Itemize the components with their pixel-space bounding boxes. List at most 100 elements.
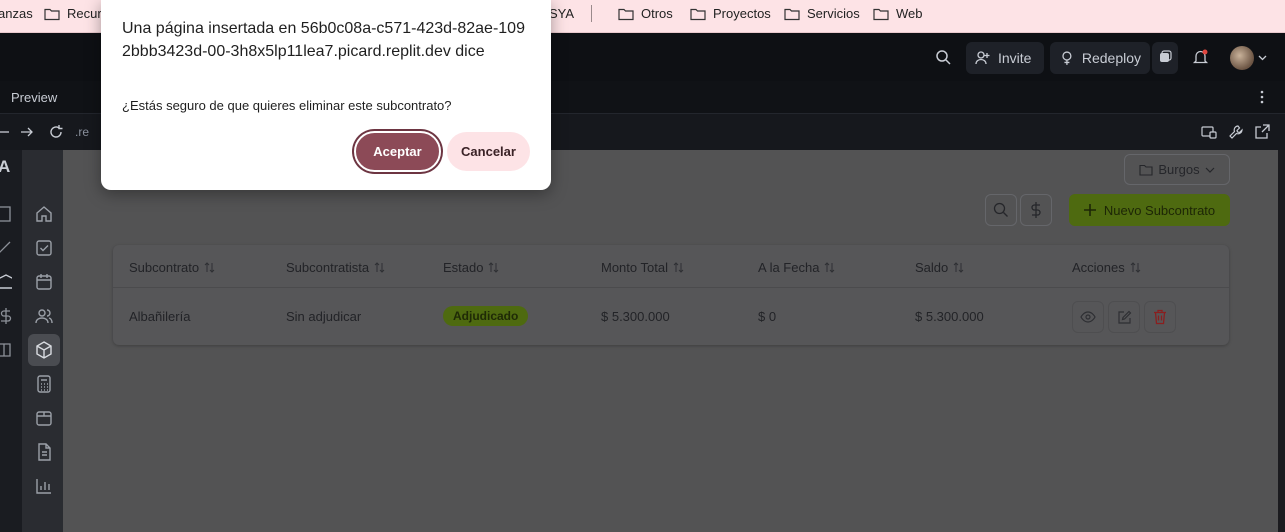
redeploy-button[interactable]: Redeploy — [1050, 42, 1150, 74]
plus-icon — [1083, 204, 1096, 216]
cell-subcontratista: Sin adjudicar — [286, 309, 362, 324]
cell-a-la-fecha: $ 0 — [758, 309, 777, 324]
column-header[interactable]: Subcontratista — [286, 260, 385, 275]
document-icon[interactable] — [35, 443, 53, 461]
open-external-icon[interactable] — [1254, 124, 1270, 140]
column-label: A la Fecha — [758, 260, 820, 275]
calculator-icon[interactable] — [35, 375, 53, 393]
column-header[interactable]: Subcontrato — [129, 260, 215, 275]
column-label: Saldo — [915, 260, 949, 275]
back-icon[interactable] — [0, 126, 10, 138]
bookmark-label: anzas — [0, 6, 33, 21]
checkbox-icon[interactable] — [35, 239, 53, 257]
column-header[interactable]: Estado — [443, 260, 499, 275]
calendar-icon[interactable] — [35, 273, 53, 291]
table-header: Subcontrato Subcontratista Estado Monto … — [113, 245, 1229, 288]
sort-icon — [204, 262, 215, 273]
bookmark-folder[interactable]: Web — [873, 0, 923, 27]
sort-icon — [825, 262, 835, 273]
subcontracts-table: Subcontrato Subcontratista Estado Monto … — [113, 245, 1229, 345]
folder-icon — [1139, 164, 1153, 176]
building-icon[interactable] — [0, 206, 12, 222]
search-icon[interactable] — [935, 49, 952, 66]
bookmark-folder[interactable]: Proyectos — [690, 0, 771, 27]
column-label: Acciones — [1072, 260, 1125, 275]
new-subcontract-button[interactable]: Nuevo Subcontrato — [1069, 194, 1230, 226]
view-button[interactable] — [1072, 301, 1104, 333]
bookmark-label: SYA — [549, 6, 575, 21]
box-icon[interactable] — [35, 341, 53, 359]
tab-preview[interactable]: Preview — [11, 90, 57, 105]
status-badge: Adjudicado — [443, 306, 529, 326]
new-subcontract-label: Nuevo Subcontrato — [1103, 202, 1216, 218]
avatar[interactable] — [1230, 46, 1254, 70]
delete-button[interactable] — [1144, 301, 1176, 333]
cancel-button[interactable]: Cancelar — [447, 132, 530, 171]
folder-icon — [690, 8, 706, 20]
bank-icon[interactable] — [0, 274, 12, 290]
package-icon[interactable] — [35, 409, 53, 427]
dialog-message: ¿Estás seguro de que quieres eliminar es… — [122, 98, 452, 113]
book-icon[interactable] — [0, 342, 12, 358]
bookmark-label: Proyectos — [713, 6, 771, 21]
deploy-icon — [1062, 51, 1072, 65]
column-header[interactable]: Acciones — [1072, 260, 1141, 275]
currency-button[interactable] — [1020, 194, 1052, 226]
url-text[interactable]: .re — [75, 125, 89, 139]
invite-button[interactable]: Invite — [966, 42, 1044, 74]
right-edge — [1278, 150, 1285, 532]
bookmark-folder[interactable]: Recurs — [44, 0, 108, 27]
bookmark-separator — [591, 5, 592, 22]
reload-icon[interactable] — [48, 124, 64, 140]
dollar-icon[interactable] — [0, 308, 12, 324]
invite-label: Invite — [998, 50, 1032, 66]
column-label: Monto Total — [601, 260, 668, 275]
bookmark-item[interactable]: anzas — [0, 0, 33, 27]
forward-icon[interactable] — [20, 125, 34, 139]
bookmark-label: Servicios — [807, 6, 860, 21]
edit-button[interactable] — [1108, 301, 1140, 333]
column-header[interactable]: Monto Total — [601, 260, 684, 275]
column-header[interactable]: A la Fecha — [758, 260, 835, 275]
search-button[interactable] — [985, 194, 1017, 226]
dollar-icon — [1031, 202, 1041, 218]
bookmark-folder[interactable]: SYA — [549, 0, 574, 27]
column-label: Subcontratista — [286, 260, 370, 275]
trash-icon — [1154, 309, 1166, 325]
column-label: Subcontrato — [129, 260, 200, 275]
location-label: Burgos — [1158, 162, 1200, 177]
search-icon — [993, 202, 1008, 217]
bell-icon[interactable] — [1192, 49, 1209, 66]
bookmark-folder[interactable]: Servicios — [784, 0, 860, 27]
folder-icon — [784, 8, 800, 20]
cell-saldo: $ 5.300.000 — [915, 309, 984, 324]
more-options-icon[interactable] — [1260, 90, 1264, 104]
logo: A — [0, 157, 11, 176]
cell-monto-total: $ 5.300.000 — [601, 309, 670, 324]
confirm-dialog: Una página insertada en 56b0c08a-c571-42… — [101, 0, 551, 190]
copy-icon — [1160, 50, 1172, 62]
bookmark-folder[interactable]: Otros — [618, 0, 673, 27]
folder-icon — [873, 8, 889, 20]
add-user-icon — [975, 51, 990, 65]
chevron-down-icon[interactable] — [1258, 53, 1267, 62]
accept-button[interactable]: Aceptar — [354, 131, 441, 172]
devtools-icon[interactable] — [1201, 124, 1217, 140]
redeploy-label: Redeploy — [1081, 50, 1141, 66]
bar-chart-icon[interactable] — [35, 477, 53, 495]
chevron-down-icon — [1205, 167, 1215, 173]
pencil-icon[interactable] — [0, 240, 12, 256]
home-icon[interactable] — [35, 205, 53, 223]
users-icon[interactable] — [35, 307, 53, 325]
folder-icon — [618, 8, 634, 20]
edit-icon — [1117, 310, 1131, 324]
location-selector[interactable]: Burgos — [1124, 154, 1230, 185]
dialog-title: Una página insertada en 56b0c08a-c571-42… — [122, 20, 525, 60]
column-label: Estado — [443, 260, 484, 275]
column-header[interactable]: Saldo — [915, 260, 964, 275]
sort-icon — [953, 262, 964, 273]
deployments-button[interactable] — [1152, 42, 1178, 74]
bookmark-label: Web — [896, 6, 923, 21]
cell-subcontrato: Albañilería — [129, 309, 191, 324]
wrench-icon[interactable] — [1228, 124, 1244, 140]
